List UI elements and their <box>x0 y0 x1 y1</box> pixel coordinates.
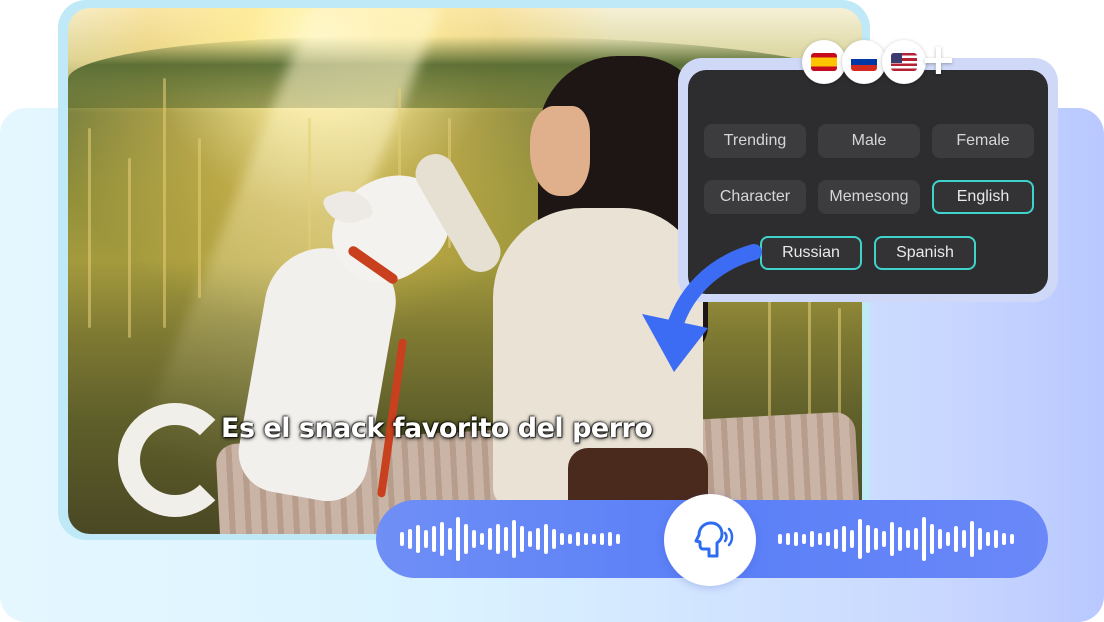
waveform-bar <box>416 525 420 553</box>
waveform-bar <box>536 528 540 550</box>
waveform-bar <box>994 530 998 548</box>
tag-label: Male <box>851 132 887 149</box>
waveform-bar <box>552 529 556 549</box>
waveform-bar <box>544 524 548 554</box>
waveform-bar <box>866 525 870 553</box>
waveform-bar <box>978 528 982 550</box>
tag-label: Russian <box>782 244 840 261</box>
tag-label: Character <box>719 188 791 205</box>
waveform-bar <box>472 530 476 548</box>
waveform-bar <box>1010 534 1014 544</box>
tag-english[interactable]: English <box>932 180 1034 214</box>
waveform-right <box>778 500 1018 578</box>
tag-spanish[interactable]: Spanish <box>874 236 976 270</box>
curved-arrow-icon <box>642 244 762 372</box>
tag-label: English <box>956 188 1010 205</box>
spain-flag-icon[interactable] <box>802 40 846 84</box>
waveform-bar <box>842 526 846 552</box>
waveform-bar <box>906 530 910 548</box>
tag-russian[interactable]: Russian <box>760 236 862 270</box>
waveform-bar <box>456 517 460 561</box>
waveform-bar <box>608 532 612 546</box>
waveform-bar <box>480 533 484 545</box>
waveform-bar <box>528 531 532 547</box>
waveform-bar <box>448 528 452 550</box>
waveform-bar <box>930 524 934 554</box>
waveform-bar <box>954 526 958 552</box>
waveform-bar <box>898 527 902 551</box>
waveform-bar <box>970 521 974 557</box>
waveform-bar <box>584 533 588 545</box>
waveform-bar <box>1002 533 1006 545</box>
waveform-bar <box>794 532 798 546</box>
waveform-bar <box>834 529 838 549</box>
waveform-bar <box>818 533 822 545</box>
waveform-bar <box>512 520 516 558</box>
waveform-bar <box>464 524 468 554</box>
waveform-bar <box>858 519 862 559</box>
waveform-bar <box>424 530 428 548</box>
waveform-bar <box>946 532 950 546</box>
voice-speak-button[interactable] <box>664 494 756 586</box>
add-language-icon[interactable]: + <box>920 38 957 82</box>
speaking-head-icon <box>694 521 734 558</box>
waveform-bar <box>882 531 886 547</box>
waveform-bar <box>616 534 620 544</box>
waveform-bar <box>962 530 966 548</box>
waveform-bar <box>408 529 412 549</box>
waveform-bar <box>810 531 814 547</box>
waveform-bar <box>592 534 596 544</box>
waveform-bar <box>400 532 404 546</box>
waveform-bar <box>504 527 508 551</box>
subtitle-caption: Es el snack favorito del perro <box>221 413 653 444</box>
waveform-bar <box>938 529 942 549</box>
waveform-bar <box>826 532 830 546</box>
waveform-bar <box>520 526 524 552</box>
waveform-bar <box>568 534 572 544</box>
waveform-bar <box>440 522 444 556</box>
tag-memesong[interactable]: Memesong <box>818 180 920 214</box>
waveform-bar <box>914 528 918 550</box>
waveform-bar <box>874 528 878 550</box>
waveform-bar <box>890 522 894 556</box>
woman-face <box>530 106 590 196</box>
waveform-bar <box>802 534 806 544</box>
waveform-bar <box>600 533 604 545</box>
waveform-bar <box>576 532 580 546</box>
waveform-bar <box>496 524 500 554</box>
waveform-bar <box>786 533 790 545</box>
waveform-bar <box>560 533 564 545</box>
waveform-left <box>400 500 624 578</box>
tag-character[interactable]: Character <box>704 180 806 214</box>
waveform-bar <box>432 526 436 552</box>
tag-trending[interactable]: Trending <box>704 124 806 158</box>
tag-label: Female <box>956 132 1010 149</box>
waveform-bar <box>986 532 990 546</box>
tag-label: Memesong <box>829 188 909 205</box>
tag-male[interactable]: Male <box>818 124 920 158</box>
waveform-bar <box>922 517 926 561</box>
waveform-bar <box>778 534 782 544</box>
tag-female[interactable]: Female <box>932 124 1034 158</box>
tag-label: Spanish <box>896 244 954 261</box>
waveform-bar <box>850 530 854 548</box>
tag-label: Trending <box>723 132 787 149</box>
waveform-bar <box>488 528 492 550</box>
russia-flag-icon[interactable] <box>842 40 886 84</box>
